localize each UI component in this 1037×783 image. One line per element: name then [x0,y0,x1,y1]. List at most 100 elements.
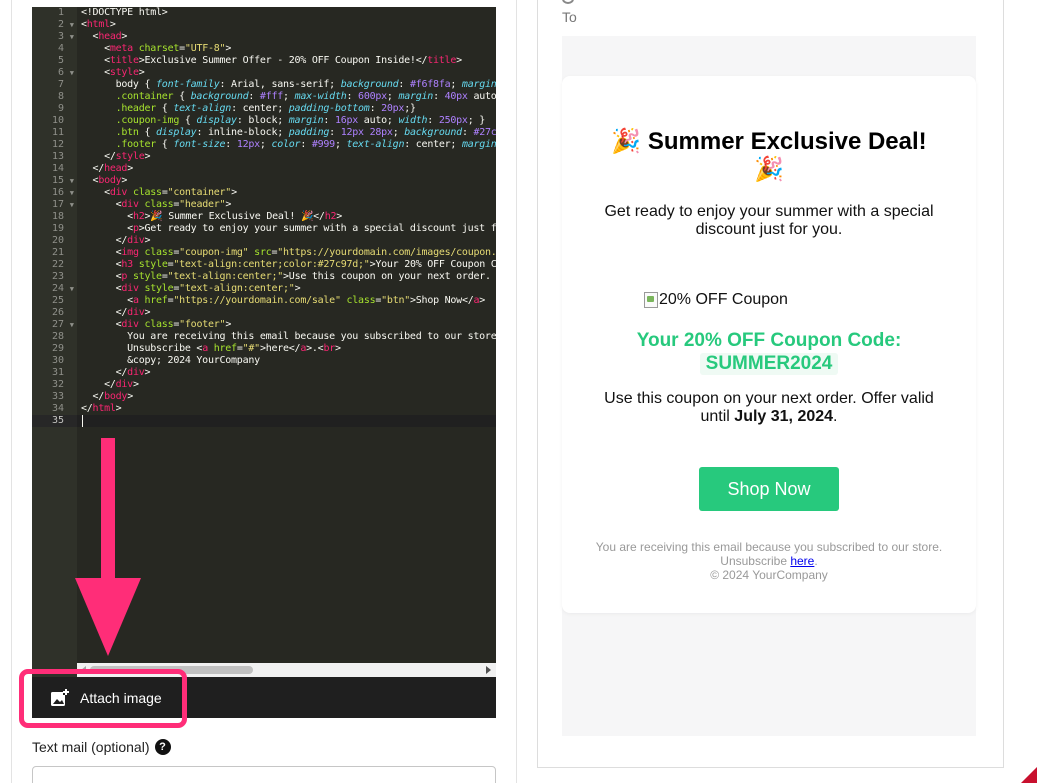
html-code-editor[interactable]: 1 2 ▼ 3 ▼ 4 5 6 ▼ 7 8 9 10 11 12 13 14 15 ▼ 16 ▼ 17 ▼ 18 19 20 21 2… [32,7,496,677]
code-line[interactable]: <div class="footer"> [81,319,232,331]
code-line[interactable]: </style> [81,151,150,163]
code-line[interactable]: </html> [81,403,122,415]
line-number: 1 [32,7,77,19]
code-line[interactable]: <title>Exclusive Summer Offer - 20% OFF … [81,55,462,67]
code-token: 12px [236,139,260,150]
code-token: < [81,31,99,42]
line-number-text: 7 [57,79,64,90]
fold-toggle-icon[interactable]: ▼ [70,187,74,199]
code-line[interactable]: You are receiving this email because you… [81,331,496,343]
code-token: "coupon-img" [179,247,249,258]
code-token: div [127,307,145,318]
code-token: <!DOCTYPE html> [81,7,168,18]
code-token: > [144,151,151,162]
line-number-text: 5 [57,55,64,66]
line-number: 30 [32,355,77,367]
code-line[interactable]: </div> [81,367,151,379]
code-token: > [132,379,139,390]
line-number-text: 19 [51,223,64,234]
code-line[interactable]: <body> [81,175,128,187]
code-token: : [461,127,474,138]
code-line[interactable]: <html> [81,19,116,31]
code-line[interactable]: &copy; 2024 YourCompany [81,355,260,367]
code-token: </ [81,235,128,246]
code-token: </ [81,307,128,318]
line-number-text: 22 [51,259,64,270]
code-line[interactable]: body { font-family: Arial, sans-serif; b… [81,79,496,91]
code-line[interactable]: <a href="https://yourdomain.com/sale" cl… [81,295,485,307]
line-number: 13 [32,151,77,163]
code-token: "container" [167,187,232,198]
shop-now-button[interactable]: Shop Now [699,467,839,511]
fold-toggle-icon[interactable]: ▼ [70,67,74,79]
line-number: 12 [32,139,77,151]
code-line[interactable]: .coupon-img { display: block; margin: 16… [81,115,486,127]
code-line[interactable]: <img class="coupon-img" src="https://you… [81,247,496,259]
code-token: margin [398,91,434,102]
code-line[interactable]: </head> [81,163,134,175]
line-number: 19 [32,223,77,235]
code-token: "https://yourdomain.com/images/coupon.pn… [277,247,496,258]
line-number-text: 13 [51,151,64,162]
code-line[interactable]: </div> [81,307,151,319]
code-line[interactable]: .btn { display: inline-block; padding: 1… [81,127,496,139]
code-token: html [92,403,116,414]
code-token: font-size [173,139,226,150]
code-token: ; [259,139,272,150]
fold-toggle-icon[interactable]: ▼ [70,319,74,331]
code-line[interactable]: <meta charset="UTF-8"> [81,43,231,55]
code-token: > [144,235,151,246]
code-token: : [323,115,335,126]
fold-toggle-icon[interactable]: ▼ [70,31,74,43]
code-line[interactable]: .header { text-align: center; padding-bo… [81,103,416,115]
code-token: </ [81,163,105,174]
code-token: div [121,199,139,210]
corner-resize-icon[interactable] [1021,767,1037,783]
fold-toggle-icon[interactable]: ▼ [70,199,74,211]
email-heading-line1: 🎉 Summer Exclusive Deal! [611,128,927,155]
unsubscribe-text: Unsubscribe [720,554,791,568]
code-line[interactable]: <style> [81,67,145,79]
code-line[interactable]: <h2>🎉 Summer Exclusive Deal! 🎉</h2> [81,211,342,223]
code-line[interactable]: <head> [81,31,128,43]
code-line[interactable]: <p style="text-align:center;">Use this c… [81,271,491,283]
fold-toggle-icon[interactable]: ▼ [70,175,74,187]
line-number-text: 27 [51,319,64,330]
code-line[interactable]: <!DOCTYPE html> [81,7,168,19]
code-line[interactable]: <div class="container"> [81,187,237,199]
code-token: title [109,55,139,66]
line-number: 7 [32,79,77,91]
code-line[interactable]: <div style="text-align:center;"> [81,283,301,295]
unsubscribe-link[interactable]: here [790,554,814,568]
fold-toggle-icon[interactable]: ▼ [70,19,74,31]
code-line[interactable]: Unsubscribe <a href="#">here</a>.<br> [81,343,341,355]
text-mail-label: Text mail (optional) ? [32,739,171,755]
code-token: "#" [242,343,261,354]
code-line[interactable]: .container { background: #fff; max-width… [81,91,496,103]
code-line[interactable]: .footer { font-size: 12px; color: #999; … [81,139,496,151]
line-number: 10 [32,115,77,127]
code-line[interactable]: </body> [81,391,134,403]
code-line[interactable]: </div> [81,235,151,247]
editor-gutter: 1 2 ▼ 3 ▼ 4 5 6 ▼ 7 8 9 10 11 12 13 14 15 ▼ 16 ▼ 17 ▼ 18 19 20 21 2… [32,7,77,677]
editor-code-area[interactable]: <!DOCTYPE html> <html> <head> <meta chars… [77,7,496,677]
code-line[interactable]: <p>Get ready to enjoy your summer with a… [81,223,496,235]
line-number-text: 12 [51,139,64,150]
code-token: ;} [404,103,416,114]
help-icon[interactable]: ? [154,739,171,755]
code-token: < [81,67,110,78]
scroll-right-arrow-icon[interactable] [486,666,491,674]
code-token: title [427,55,457,66]
coupon-usage-text: Use this coupon on your next order. Offe… [594,390,944,426]
unsubscribe-period: . [814,554,818,568]
code-line[interactable]: <div class="header"> [81,199,232,211]
code-token: "footer" [179,319,226,330]
code-line[interactable]: <h3 style="text-align:center;color:#27c9… [81,259,496,271]
fold-toggle-icon[interactable]: ▼ [70,283,74,295]
code-token: < [81,271,122,282]
code-line[interactable]: </div> [81,379,139,391]
code-token: </ [81,391,105,402]
text-mail-input[interactable] [32,766,496,783]
